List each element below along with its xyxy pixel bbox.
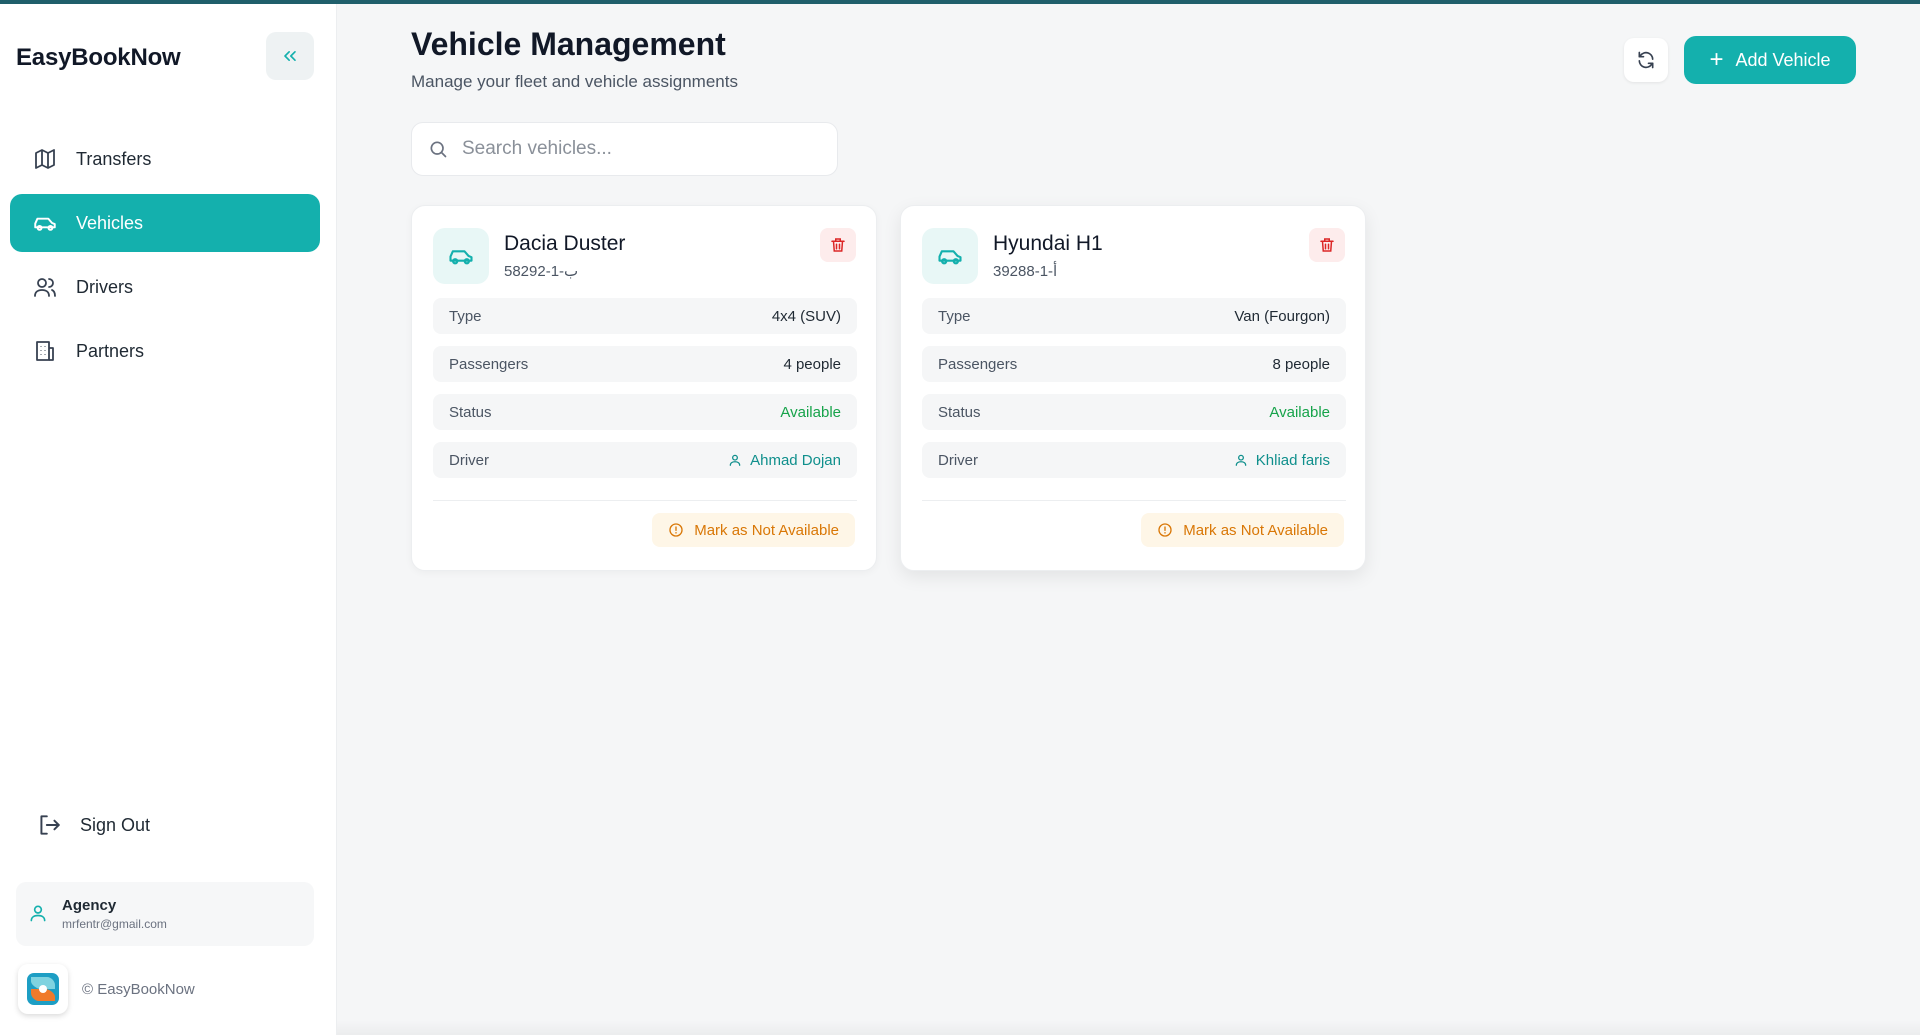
user-icon	[729, 454, 741, 466]
page-title: Vehicle Management	[411, 26, 726, 62]
user-email: mrfentr@gmail.com	[62, 917, 167, 931]
driver-name: Ahmad Dojan	[750, 451, 841, 469]
search-icon	[430, 141, 447, 158]
vehicle-passengers: 8 people	[1272, 355, 1330, 373]
user-icon	[28, 903, 50, 925]
sign-out-label: Sign Out	[80, 814, 151, 835]
log-out-icon	[36, 812, 62, 838]
vehicle-plate: 58292-1-ب	[504, 263, 579, 280]
vehicle-driver-link[interactable]: Khliad faris	[1234, 452, 1330, 469]
alert-circle-icon	[669, 523, 683, 537]
trash-icon	[1320, 238, 1334, 252]
add-vehicle-button[interactable]: + Add Vehicle	[1684, 36, 1856, 84]
logo-icon	[27, 973, 59, 1005]
vehicle-passengers: 4 people	[783, 355, 841, 373]
brand-name: EasyBookNow	[16, 44, 181, 71]
trash-icon	[831, 238, 845, 252]
detail-label: Passengers	[938, 355, 1018, 373]
user-icon	[1235, 454, 1247, 466]
sidebar-item-label: Vehicles	[76, 212, 144, 233]
mark-not-available-label: Mark as Not Available	[694, 521, 839, 539]
sidebar-item-partners[interactable]: Partners	[10, 322, 320, 380]
sidebar-item-label: Transfers	[76, 148, 152, 169]
chevrons-left-icon	[284, 51, 296, 62]
detail-label: Type	[449, 307, 482, 325]
vehicle-status: Available	[1269, 403, 1330, 421]
vehicle-name: Hyundai H1	[993, 232, 1103, 255]
sidebar-item-label: Partners	[76, 340, 145, 361]
detail-label: Passengers	[449, 355, 529, 373]
detail-label: Driver	[449, 451, 489, 469]
vehicle-driver-link[interactable]: Ahmad Dojan	[728, 452, 841, 469]
building-icon	[32, 338, 58, 364]
page-subtitle: Manage your fleet and vehicle assignment…	[411, 72, 738, 91]
mark-not-available-label: Mark as Not Available	[1183, 521, 1328, 539]
refresh-button[interactable]	[1624, 38, 1668, 82]
collapse-sidebar-button[interactable]	[266, 32, 314, 80]
plus-icon: +	[1709, 46, 1724, 73]
detail-label: Status	[938, 403, 981, 421]
bottom-edge-shadow	[337, 1020, 1920, 1035]
add-vehicle-label: Add Vehicle	[1735, 49, 1831, 70]
card-divider	[433, 500, 857, 501]
detail-row-status: Status Available	[922, 394, 1346, 430]
delete-vehicle-button[interactable]	[820, 228, 856, 262]
user-name: Agency	[62, 897, 117, 914]
sidebar-footer: © EasyBookNow	[18, 964, 195, 1014]
vehicle-name: Dacia Duster	[504, 232, 626, 255]
mark-not-available-button[interactable]: Mark as Not Available	[652, 513, 855, 547]
detail-label: Status	[449, 403, 492, 421]
alert-circle-icon	[1158, 523, 1172, 537]
vehicle-type: Van (Fourgon)	[1234, 307, 1330, 325]
card-divider	[922, 500, 1346, 501]
search-input[interactable]	[462, 138, 822, 160]
detail-row-driver: Driver Ahmad Dojan	[433, 442, 857, 478]
detail-row-driver: Driver Khliad faris	[922, 442, 1346, 478]
vehicle-details: Type 4x4 (SUV) Passengers 4 people Statu…	[433, 298, 857, 490]
detail-row-status: Status Available	[433, 394, 857, 430]
users-icon	[32, 274, 58, 300]
vehicle-plate: 39288-1-أ	[993, 263, 1058, 280]
car-icon	[922, 228, 978, 284]
driver-name: Khliad faris	[1255, 451, 1330, 469]
sidebar-item-transfers[interactable]: Transfers	[10, 130, 320, 188]
detail-row-passengers: Passengers 8 people	[922, 346, 1346, 382]
detail-row-passengers: Passengers 4 people	[433, 346, 857, 382]
car-icon	[433, 228, 489, 284]
sidebar: EasyBookNow Transfers Vehicles Drivers P…	[0, 4, 337, 1035]
detail-label: Type	[938, 307, 971, 325]
car-icon	[32, 210, 58, 236]
sidebar-item-label: Drivers	[76, 276, 133, 297]
search-box	[411, 122, 838, 176]
map-icon	[32, 146, 58, 172]
sign-out-button[interactable]: Sign Out	[36, 812, 150, 838]
sidebar-item-drivers[interactable]: Drivers	[10, 258, 320, 316]
mark-not-available-button[interactable]: Mark as Not Available	[1141, 513, 1344, 547]
vehicle-card: Hyundai H1 39288-1-أ Type Van (Fourgon) …	[900, 205, 1366, 571]
copyright-text: © EasyBookNow	[82, 980, 195, 998]
detail-row-type: Type 4x4 (SUV)	[433, 298, 857, 334]
vehicle-type: 4x4 (SUV)	[771, 307, 841, 325]
refresh-icon	[1638, 51, 1654, 69]
sidebar-item-vehicles[interactable]: Vehicles	[10, 194, 320, 252]
vehicle-status: Available	[780, 403, 841, 421]
user-card[interactable]: Agency mrfentr@gmail.com	[16, 882, 314, 946]
delete-vehicle-button[interactable]	[1309, 228, 1345, 262]
app-logo	[18, 964, 68, 1014]
vehicle-details: Type Van (Fourgon) Passengers 8 people S…	[922, 298, 1346, 490]
detail-label: Driver	[938, 451, 978, 469]
sidebar-nav: Transfers Vehicles Drivers Partners	[10, 130, 320, 386]
detail-row-type: Type Van (Fourgon)	[922, 298, 1346, 334]
vehicle-card: Dacia Duster 58292-1-ب Type 4x4 (SUV) Pa…	[411, 205, 877, 571]
